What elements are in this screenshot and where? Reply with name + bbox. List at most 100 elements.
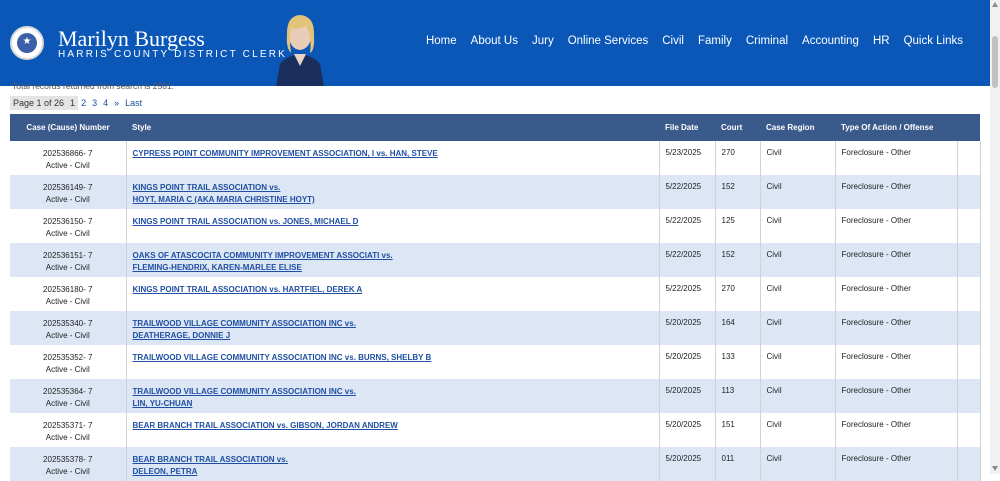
case-number-cell: 202535371- 7 Active - Civil <box>10 413 127 447</box>
case-number-cell: 202535378- 7 Active - Civil <box>10 447 127 481</box>
scroll-down-arrow-icon[interactable] <box>992 466 998 471</box>
page-indicator: Page 1 of 26 <box>10 96 68 110</box>
scroll-thumb[interactable] <box>992 36 998 88</box>
page-link-4[interactable]: 4 <box>100 98 111 108</box>
main-nav: Home About Us Jury Online Services Civil… <box>419 35 970 47</box>
case-number-cell: 202535352- 7 Active - Civil <box>10 345 127 379</box>
case-style-link[interactable]: TRAILWOOD VILLAGE COMMUNITY ASSOCIATION … <box>133 318 659 330</box>
case-number: 202536180- 7 <box>43 285 93 294</box>
col-court[interactable]: Court <box>715 114 760 141</box>
case-region-cell: Civil <box>760 447 836 481</box>
case-region-cell: Civil <box>760 345 836 379</box>
extra-cell <box>957 447 981 481</box>
case-number: 202536866- 7 <box>43 149 93 158</box>
style-cell: CYPRESS POINT COMMUNITY IMPROVEMENT ASSO… <box>126 141 660 175</box>
case-style-link[interactable]: KINGS POINT TRAIL ASSOCIATION vs. <box>133 182 659 194</box>
nav-jury[interactable]: Jury <box>525 35 561 47</box>
nav-family[interactable]: Family <box>691 35 739 47</box>
case-style-link[interactable]: BEAR BRANCH TRAIL ASSOCIATION vs. GIBSON… <box>133 420 659 432</box>
case-number: 202536150- 7 <box>43 217 93 226</box>
clerk-title: HARRIS COUNTY DISTRICT CLERK <box>58 49 288 60</box>
court-cell: 011 <box>715 447 761 481</box>
type-of-action-cell: Foreclosure - Other <box>835 209 958 243</box>
table-row: 202536149- 7 Active - Civil KINGS POINT TR… <box>10 175 981 209</box>
case-style-link[interactable]: KINGS POINT TRAIL ASSOCIATION vs. HARTFI… <box>133 284 659 296</box>
case-style-link-line2[interactable]: LIN, YU-CHUAN <box>133 398 659 410</box>
case-style-link[interactable]: TRAILWOOD VILLAGE COMMUNITY ASSOCIATION … <box>133 386 659 398</box>
type-of-action-cell: Foreclosure - Other <box>835 277 958 311</box>
next-pages-link[interactable]: » <box>111 98 122 108</box>
extra-cell <box>957 141 981 175</box>
pagination: Page 1 of 26 1 2 3 4 » Last <box>10 96 145 110</box>
page-link-2[interactable]: 2 <box>78 98 89 108</box>
case-status: Active - Civil <box>45 297 90 306</box>
county-seal-icon[interactable]: ★ <box>10 26 44 60</box>
case-style-link-line2[interactable]: HOYT, MARIA C (AKA MARIA CHRISTINE HOYT) <box>133 194 659 206</box>
case-style-link[interactable]: OAKS OF ATASCOCITA COMMUNITY IMPROVEMENT… <box>133 250 659 262</box>
type-of-action-cell: Foreclosure - Other <box>835 413 958 447</box>
case-style-link[interactable]: CYPRESS POINT COMMUNITY IMPROVEMENT ASSO… <box>133 148 659 160</box>
case-style-link-line2[interactable]: FLEMING-HENDRIX, KAREN-MARLEE ELISE <box>133 262 659 274</box>
style-cell: TRAILWOOD VILLAGE COMMUNITY ASSOCIATION … <box>126 345 660 379</box>
case-number-cell: 202536151- 7 Active - Civil <box>10 243 127 277</box>
page-link-3[interactable]: 3 <box>89 98 100 108</box>
table-row: 202535364- 7 Active - Civil TRAILWOOD VILL… <box>10 379 981 413</box>
page-scrollbar[interactable] <box>990 0 1000 474</box>
case-region-cell: Civil <box>760 243 836 277</box>
case-number: 202535352- 7 <box>43 353 93 362</box>
case-region-cell: Civil <box>760 277 836 311</box>
type-of-action-cell: Foreclosure - Other <box>835 345 958 379</box>
case-number: 202535371- 7 <box>43 421 93 430</box>
col-type-of-action[interactable]: Type Of Action / Offense <box>835 114 957 141</box>
nav-home[interactable]: Home <box>419 35 464 47</box>
court-cell: 152 <box>715 243 761 277</box>
col-case-number[interactable]: Case (Cause) Number <box>10 114 126 141</box>
nav-online-services[interactable]: Online Services <box>561 35 656 47</box>
case-region-cell: Civil <box>760 141 836 175</box>
case-region-cell: Civil <box>760 379 836 413</box>
type-of-action-cell: Foreclosure - Other <box>835 447 958 481</box>
nav-quick-links[interactable]: Quick Links <box>897 35 970 47</box>
court-cell: 270 <box>715 141 761 175</box>
table-row: 202536866- 7 Active - Civil CYPRESS POINT … <box>10 141 981 175</box>
case-style-link-line2[interactable]: DEATHERAGE, DONNIE J <box>133 330 659 342</box>
table-row: 202535352- 7 Active - Civil TRAILWOOD VILL… <box>10 345 981 379</box>
case-style-link[interactable]: BEAR BRANCH TRAIL ASSOCIATION vs. <box>133 454 659 466</box>
nav-about-us[interactable]: About Us <box>464 35 525 47</box>
type-of-action-cell: Foreclosure - Other <box>835 311 958 345</box>
current-page: 1 <box>67 96 79 110</box>
last-page-link[interactable]: Last <box>122 98 145 108</box>
case-style-link[interactable]: TRAILWOOD VILLAGE COMMUNITY ASSOCIATION … <box>133 352 659 364</box>
col-case-region[interactable]: Case Region <box>760 114 835 141</box>
site-header: ★ Marilyn Burgess HARRIS COUNTY DISTRICT… <box>0 0 990 86</box>
case-status: Active - Civil <box>45 433 90 442</box>
type-of-action-cell: Foreclosure - Other <box>835 243 958 277</box>
extra-cell <box>957 277 981 311</box>
scroll-up-arrow-icon[interactable] <box>992 2 998 7</box>
col-style[interactable]: Style <box>126 114 659 141</box>
nav-civil[interactable]: Civil <box>655 35 691 47</box>
table-row: 202536180- 7 Active - Civil KINGS POINT TR… <box>10 277 981 311</box>
file-date-cell: 5/20/2025 <box>659 345 716 379</box>
case-number: 202535340- 7 <box>43 319 93 328</box>
extra-cell <box>957 345 981 379</box>
file-date-cell: 5/22/2025 <box>659 243 716 277</box>
court-cell: 133 <box>715 345 761 379</box>
col-file-date[interactable]: File Date <box>659 114 715 141</box>
file-date-cell: 5/20/2025 <box>659 379 716 413</box>
style-cell: KINGS POINT TRAIL ASSOCIATION vs. HOYT, M… <box>126 175 660 209</box>
court-cell: 270 <box>715 277 761 311</box>
nav-accounting[interactable]: Accounting <box>795 35 866 47</box>
clerk-name[interactable]: Marilyn Burgess <box>58 27 205 51</box>
case-style-link-line2[interactable]: DELEON, PETRA <box>133 466 659 478</box>
case-style-link[interactable]: KINGS POINT TRAIL ASSOCIATION vs. JONES,… <box>133 216 659 228</box>
file-date-cell: 5/23/2025 <box>659 141 716 175</box>
table-row: 202536150- 7 Active - Civil KINGS POINT TR… <box>10 209 981 243</box>
case-number: 202535378- 7 <box>43 455 93 464</box>
case-number-cell: 202536866- 7 Active - Civil <box>10 141 127 175</box>
style-cell: OAKS OF ATASCOCITA COMMUNITY IMPROVEMENT… <box>126 243 660 277</box>
nav-criminal[interactable]: Criminal <box>739 35 795 47</box>
case-status: Active - Civil <box>45 365 90 374</box>
style-cell: TRAILWOOD VILLAGE COMMUNITY ASSOCIATION … <box>126 379 660 413</box>
nav-hr[interactable]: HR <box>866 35 897 47</box>
